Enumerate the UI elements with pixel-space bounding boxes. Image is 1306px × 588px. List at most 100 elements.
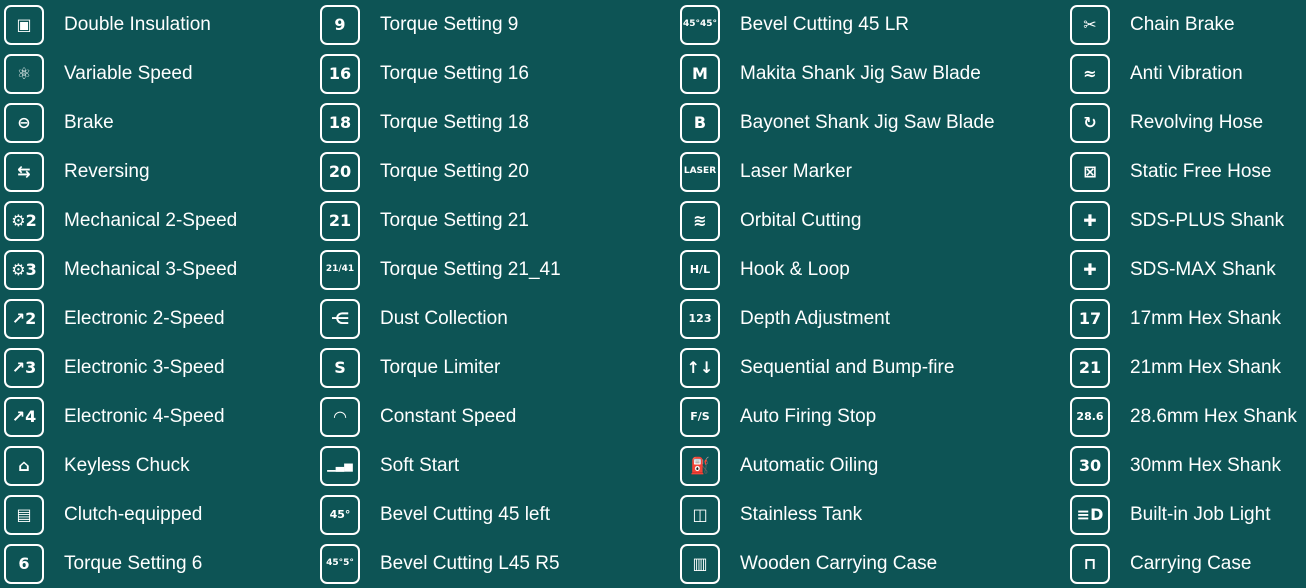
legend-label: Built-in Job Light — [1130, 503, 1271, 525]
legend-label: 17mm Hex Shank — [1130, 307, 1282, 329]
legend-item: 28.6 28.6mm Hex Shank — [1066, 392, 1306, 441]
carrying-case-icon: ⊓ — [1070, 543, 1110, 584]
legend-item: 20 Torque Setting 20 — [316, 147, 676, 196]
reversing-icon: ⇆ — [4, 151, 44, 192]
sds-max-icon: ✚ — [1070, 249, 1110, 290]
legend-item: ↻ Revolving Hose — [1066, 98, 1306, 147]
legend-label: Torque Setting 20 — [380, 160, 529, 182]
legend-label: Variable Speed — [64, 62, 193, 84]
legend-label: Torque Setting 6 — [64, 552, 203, 574]
legend-item: ⌂ Keyless Chuck — [0, 441, 316, 490]
legend-item: ↗3 Electronic 3-Speed — [0, 343, 316, 392]
clutch-icon: ▤ — [4, 494, 44, 535]
legend-item: 45°5° Bevel Cutting L45 R5 — [316, 539, 676, 588]
legend-label: Anti Vibration — [1130, 62, 1243, 84]
torque-16-icon: 16 — [320, 53, 360, 94]
legend-label: Reversing — [64, 160, 150, 182]
bayonet-shank-blade-icon: B — [680, 102, 720, 143]
legend-label: Constant Speed — [380, 405, 517, 427]
torque-18-icon: 18 — [320, 102, 360, 143]
torque-21-icon: 21 — [320, 200, 360, 241]
torque-6-icon: 6 — [4, 543, 44, 584]
legend-label: Brake — [64, 111, 114, 133]
electronic-4-icon: ↗4 — [4, 396, 44, 437]
feature-legend: ▣ Double Insulation ⚛ Variable Speed ⊖ Brake ⇆… — [0, 0, 1306, 587]
legend-item: ≈ Anti Vibration — [1066, 49, 1306, 98]
legend-label: 28.6mm Hex Shank — [1130, 405, 1297, 427]
gear-3-icon: ⚙3 — [4, 249, 44, 290]
constant-speed-icon: ◠ — [320, 396, 360, 437]
legend-item: ⋲ Dust Collection — [316, 294, 676, 343]
legend-item: ▤ Clutch-equipped — [0, 490, 316, 539]
torque-9-icon: 9 — [320, 4, 360, 45]
legend-label: Sequential and Bump-fire — [740, 356, 955, 378]
legend-item: H/L Hook & Loop — [676, 245, 1066, 294]
variable-speed-icon: ⚛ — [4, 53, 44, 94]
legend-item: 18 Torque Setting 18 — [316, 98, 676, 147]
bevel-45-left-icon: 45° — [320, 494, 360, 535]
legend-label: Torque Setting 18 — [380, 111, 529, 133]
legend-label: Clutch-equipped — [64, 503, 203, 525]
legend-label: Electronic 2-Speed — [64, 307, 225, 329]
laser-marker-icon: LASER — [680, 151, 720, 192]
legend-label: Dust Collection — [380, 307, 508, 329]
automatic-oiling-icon: ⛽ — [680, 445, 720, 486]
legend-item: 16 Torque Setting 16 — [316, 49, 676, 98]
legend-label: Bayonet Shank Jig Saw Blade — [740, 111, 995, 133]
legend-item: ⇆ Reversing — [0, 147, 316, 196]
double-square-icon: ▣ — [4, 4, 44, 45]
legend-item: 21 21mm Hex Shank — [1066, 343, 1306, 392]
legend-label: Torque Setting 21_41 — [380, 258, 561, 280]
legend-label: Orbital Cutting — [740, 209, 862, 231]
legend-item: ⚛ Variable Speed — [0, 49, 316, 98]
legend-item: ↑↓ Sequential and Bump-fire — [676, 343, 1066, 392]
legend-item: 17 17mm Hex Shank — [1066, 294, 1306, 343]
gear-2-icon: ⚙2 — [4, 200, 44, 241]
torque-20-icon: 20 — [320, 151, 360, 192]
legend-label: Torque Limiter — [380, 356, 501, 378]
stainless-tank-icon: ◫ — [680, 494, 720, 535]
electronic-2-icon: ↗2 — [4, 298, 44, 339]
legend-item: ↗4 Electronic 4-Speed — [0, 392, 316, 441]
legend-item: ↗2 Electronic 2-Speed — [0, 294, 316, 343]
hex-28-6-icon: 28.6 — [1070, 396, 1110, 437]
brake-icon: ⊖ — [4, 102, 44, 143]
sds-plus-icon: ✚ — [1070, 200, 1110, 241]
legend-item: 9 Torque Setting 9 — [316, 0, 676, 49]
job-light-icon: ≡D — [1070, 494, 1110, 535]
legend-label: Mechanical 2-Speed — [64, 209, 238, 231]
sequential-bump-icon: ↑↓ — [680, 347, 720, 388]
legend-label: Soft Start — [380, 454, 460, 476]
legend-label: Chain Brake — [1130, 13, 1235, 35]
legend-label: Revolving Hose — [1130, 111, 1264, 133]
legend-label: Torque Setting 9 — [380, 13, 519, 35]
legend-label: Electronic 4-Speed — [64, 405, 225, 427]
legend-label: Bevel Cutting 45 LR — [740, 13, 909, 35]
bevel-45-lr-icon: 45°45° — [680, 4, 720, 45]
dust-collection-icon: ⋲ — [320, 298, 360, 339]
electronic-3-icon: ↗3 — [4, 347, 44, 388]
legend-item: ≋ Orbital Cutting — [676, 196, 1066, 245]
legend-item: ✚ SDS-MAX Shank — [1066, 245, 1306, 294]
torque-limiter-icon: S — [320, 347, 360, 388]
hex-17-icon: 17 — [1070, 298, 1110, 339]
legend-label: Hook & Loop — [740, 258, 850, 280]
legend-label: Bevel Cutting 45 left — [380, 503, 551, 525]
legend-label: Torque Setting 21 — [380, 209, 529, 231]
legend-label: Makita Shank Jig Saw Blade — [740, 62, 981, 84]
legend-label: SDS-MAX Shank — [1130, 258, 1276, 280]
legend-item: ✂ Chain Brake — [1066, 0, 1306, 49]
legend-item: ✚ SDS-PLUS Shank — [1066, 196, 1306, 245]
legend-label: Wooden Carrying Case — [740, 552, 938, 574]
chain-brake-icon: ✂ — [1070, 4, 1110, 45]
legend-item: M Makita Shank Jig Saw Blade — [676, 49, 1066, 98]
legend-item: 123 Depth Adjustment — [676, 294, 1066, 343]
legend-label: Carrying Case — [1130, 552, 1252, 574]
legend-item: 45° Bevel Cutting 45 left — [316, 490, 676, 539]
legend-item: ⛽ Automatic Oiling — [676, 441, 1066, 490]
orbital-cutting-icon: ≋ — [680, 200, 720, 241]
legend-item: ⚙2 Mechanical 2-Speed — [0, 196, 316, 245]
legend-item: ◠ Constant Speed — [316, 392, 676, 441]
legend-item: ⚙3 Mechanical 3-Speed — [0, 245, 316, 294]
legend-label: Depth Adjustment — [740, 307, 890, 329]
